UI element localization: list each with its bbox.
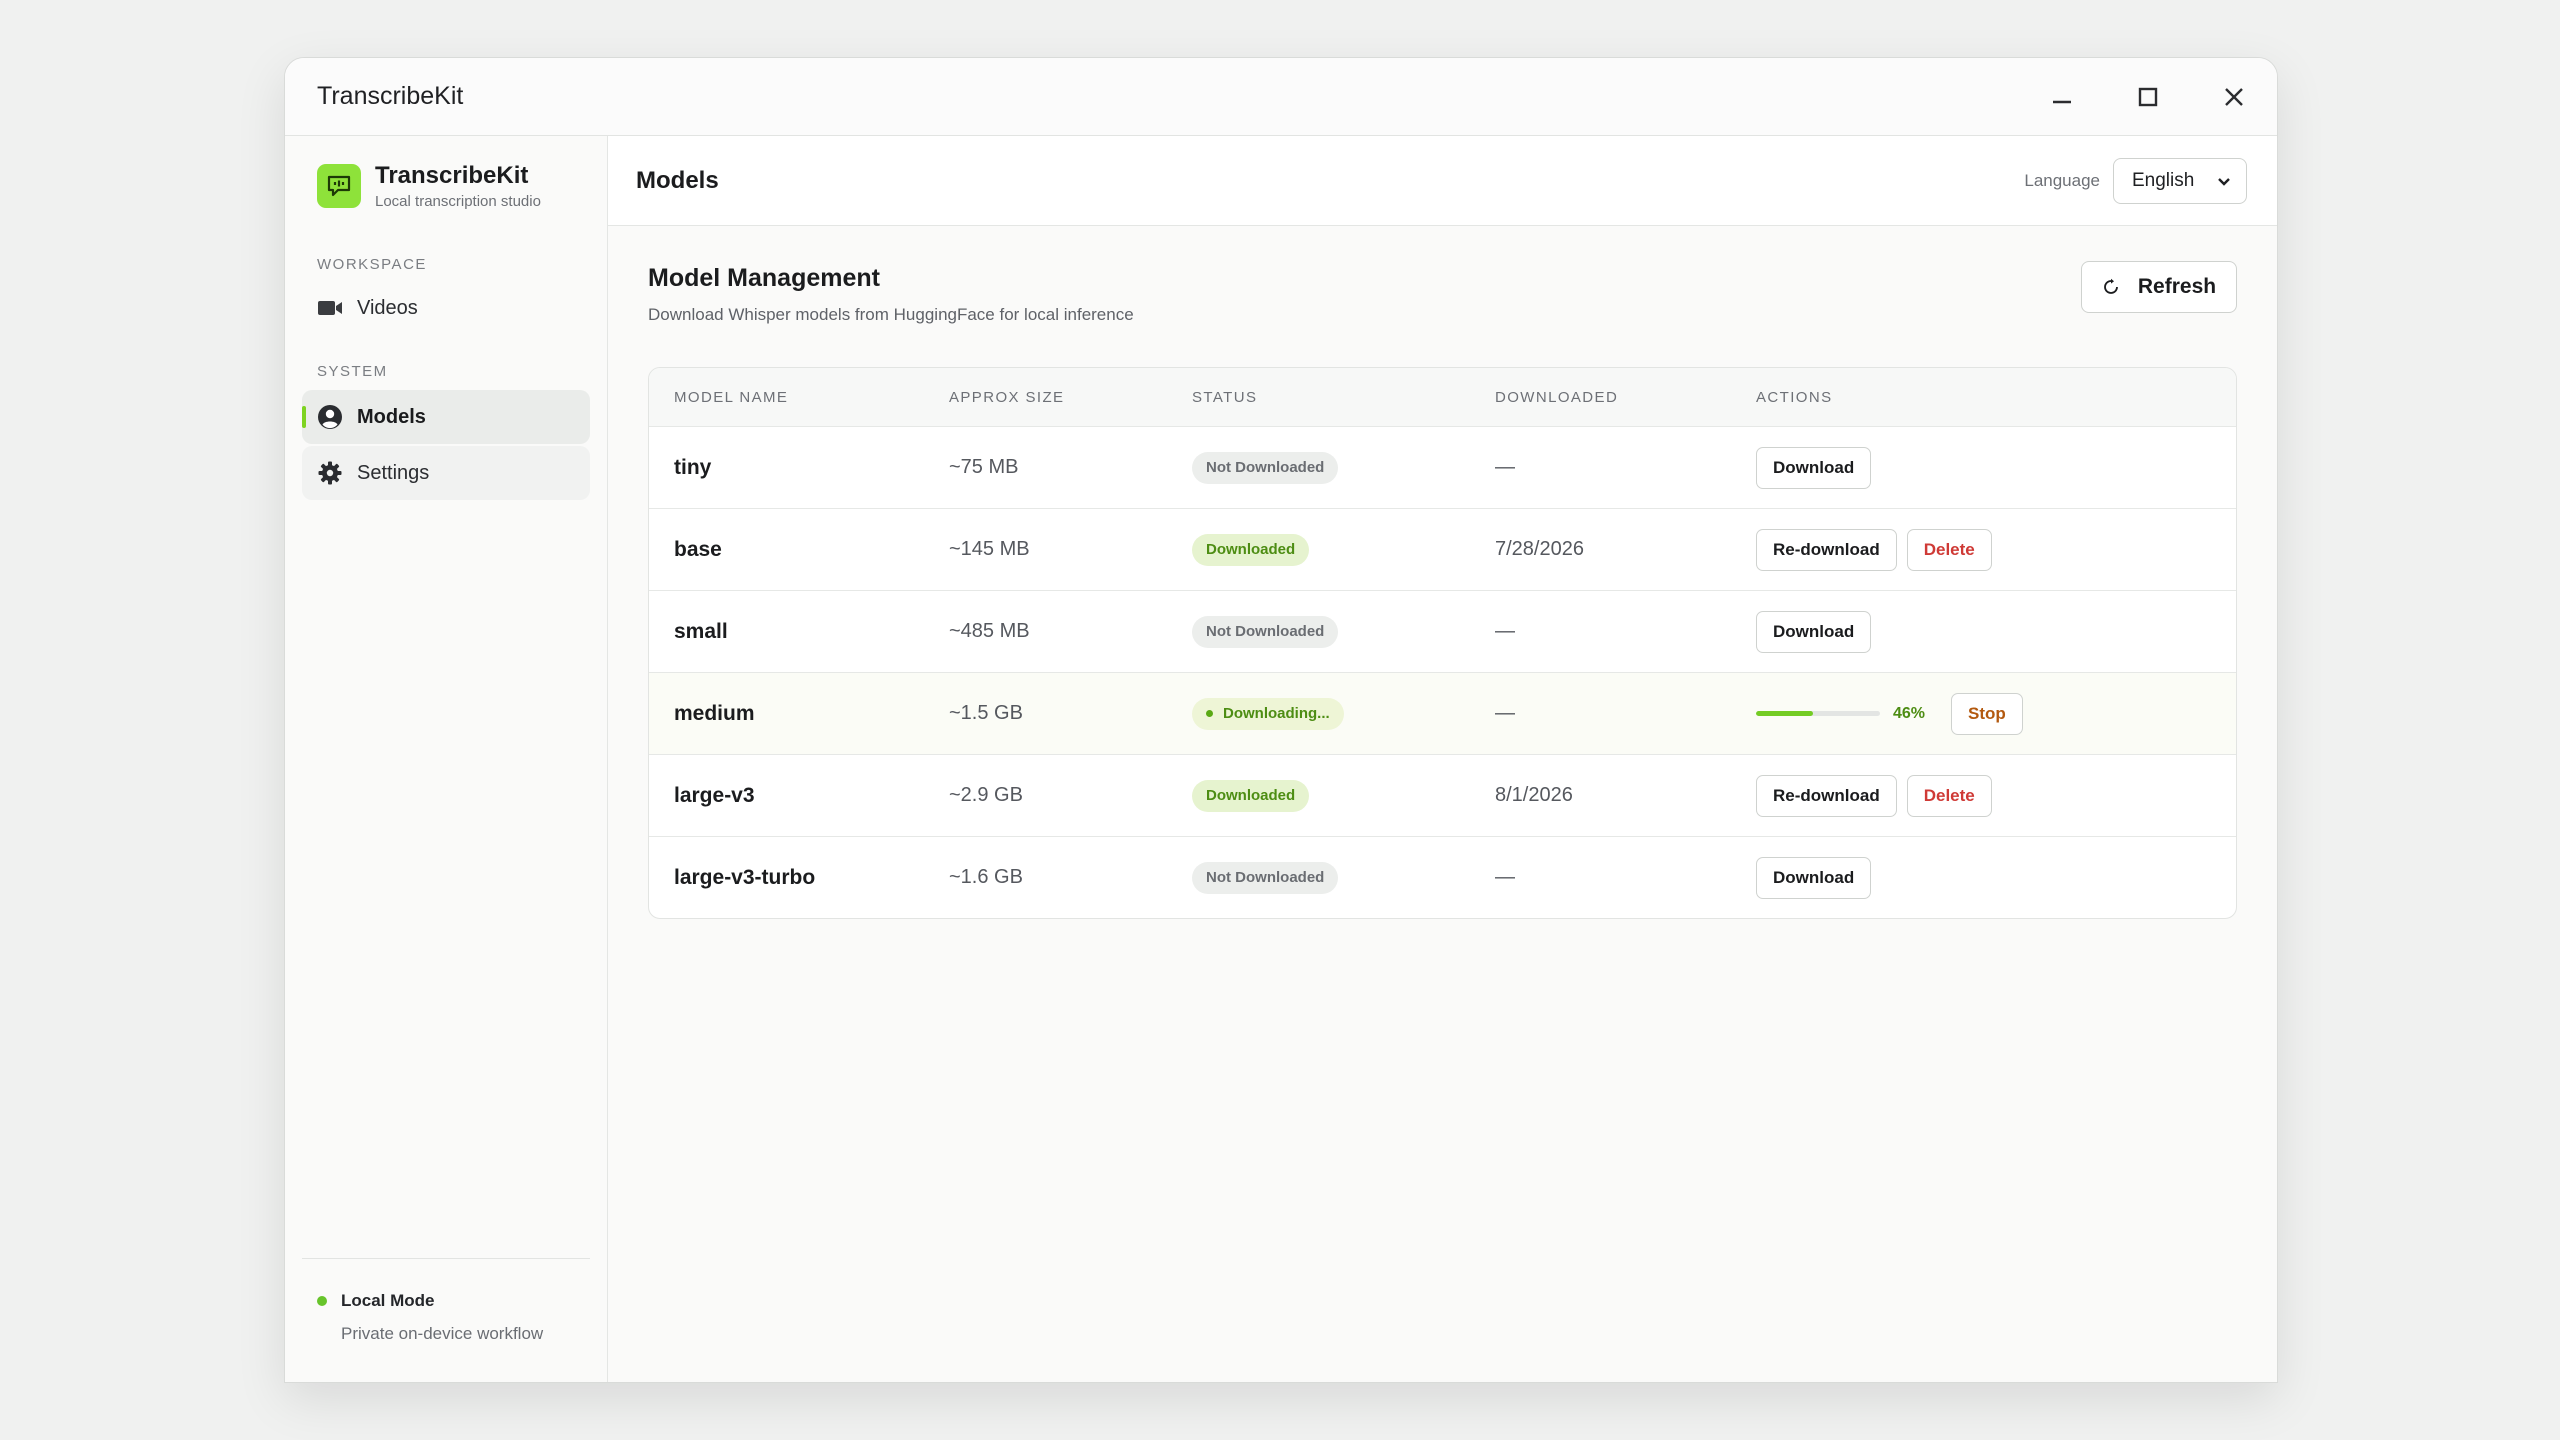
status-badge: Downloaded (1192, 533, 1310, 566)
title-bar: TranscribeKit (285, 58, 2277, 136)
delete-button[interactable]: Delete (1906, 774, 1992, 817)
model-size: ~1.6 GB (949, 866, 1023, 888)
app-logo-icon (317, 164, 361, 208)
download-button[interactable]: Download (1756, 446, 1872, 489)
window-controls (2019, 58, 2277, 135)
column-header: STATUS (1192, 388, 1258, 406)
brand: TranscribeKit Local transcription studio (302, 162, 590, 210)
gear-icon (318, 461, 342, 485)
sidebar-item-label: Settings (357, 461, 430, 484)
table-row: small ~485 MB Not Downloaded — Download (649, 590, 2236, 672)
sidebar-footer: Local Mode Private on-device workflow (302, 1258, 590, 1382)
refresh-button[interactable]: Refresh (2081, 261, 2237, 313)
downloaded-date: — (1495, 866, 1515, 888)
maximize-icon (2138, 87, 2158, 106)
download-button[interactable]: Download (1756, 610, 1872, 653)
model-size: ~75 MB (949, 456, 1019, 478)
minimize-button[interactable] (2019, 58, 2105, 135)
language-value: English (2132, 169, 2195, 191)
video-camera-icon (318, 301, 342, 315)
user-circle-icon (318, 405, 342, 429)
chevron-down-icon (2218, 177, 2230, 186)
sidebar-item-settings[interactable]: Settings (302, 446, 590, 500)
refresh-label: Refresh (2137, 275, 2217, 298)
section-subtitle: Download Whisper models from HuggingFace… (648, 305, 1134, 324)
model-size: ~2.9 GB (949, 784, 1023, 806)
stop-button[interactable]: Stop (1951, 692, 2023, 735)
table-row: base ~145 MB Downloaded 7/28/2026 Re-dow… (649, 508, 2236, 590)
app-window: TranscribeKit TranscribeKit Local transc… (284, 57, 2278, 1383)
model-size: ~145 MB (949, 538, 1030, 560)
brand-subtitle: Local transcription studio (375, 193, 541, 210)
status-dot (317, 1296, 327, 1306)
status-badge: Not Downloaded (1192, 451, 1339, 484)
status-badge: Downloading... (1192, 697, 1344, 730)
minimize-icon (2053, 100, 2071, 103)
mode-description: Private on-device workflow (341, 1324, 544, 1343)
models-table: MODEL NAME APPROX SIZE STATUS DOWNLOADED… (648, 367, 2237, 919)
close-icon (2225, 87, 2243, 106)
table-header: MODEL NAME APPROX SIZE STATUS DOWNLOADED… (649, 368, 2236, 426)
section-label-system: SYSTEM (317, 363, 388, 380)
delete-button[interactable]: Delete (1906, 528, 1992, 571)
table-row: medium ~1.5 GB Downloading... — 46% Stop (649, 672, 2236, 754)
sidebar-item-models[interactable]: Models (302, 390, 590, 444)
model-name: medium (674, 701, 755, 725)
maximize-button[interactable] (2105, 58, 2191, 135)
language-select[interactable]: English (2113, 157, 2247, 204)
downloaded-date: 8/1/2026 (1495, 784, 1573, 806)
page-title: Models (636, 166, 719, 194)
language-label: Language (2024, 170, 2100, 190)
downloaded-date: 7/28/2026 (1495, 538, 1584, 560)
table-row: large-v3-turbo ~1.6 GB Not Downloaded — … (649, 836, 2236, 918)
status-badge: Not Downloaded (1192, 861, 1339, 894)
close-button[interactable] (2191, 58, 2277, 135)
status-dot (1206, 710, 1213, 717)
downloaded-date: — (1495, 702, 1515, 724)
column-header: MODEL NAME (674, 388, 789, 406)
column-header: ACTIONS (1756, 388, 1833, 406)
status-text: Downloading... (1223, 705, 1330, 722)
redownload-button[interactable]: Re-download (1756, 774, 1897, 817)
main-panel: Models Language English Model Management (608, 136, 2277, 1382)
mode-title: Local Mode (341, 1291, 435, 1310)
sidebar-item-label: Models (357, 405, 426, 428)
download-progress-bar (1756, 711, 1880, 716)
download-button[interactable]: Download (1756, 856, 1872, 899)
model-name: base (674, 537, 722, 561)
status-badge: Downloaded (1192, 779, 1310, 812)
downloaded-date: — (1495, 620, 1515, 642)
window-title: TranscribeKit (317, 82, 464, 110)
progress-fill (1756, 711, 1814, 716)
redownload-button[interactable]: Re-download (1756, 528, 1897, 571)
model-name: tiny (674, 455, 712, 479)
progress-percent: 46% (1893, 704, 1926, 722)
sidebar-item-label: Videos (357, 296, 418, 319)
sidebar: TranscribeKit Local transcription studio… (285, 136, 608, 1382)
section-title: Model Management (648, 264, 880, 292)
model-name: large-v3-turbo (674, 865, 816, 889)
table-row: tiny ~75 MB Not Downloaded — Download (649, 426, 2236, 508)
section-label-workspace: WORKSPACE (317, 256, 427, 273)
model-name: large-v3 (674, 783, 755, 807)
top-bar: Models Language English (608, 136, 2277, 226)
model-size: ~1.5 GB (949, 702, 1023, 724)
brand-name: TranscribeKit (375, 162, 529, 189)
downloaded-date: — (1495, 456, 1515, 478)
sidebar-item-videos[interactable]: Videos (302, 281, 590, 335)
column-header: DOWNLOADED (1495, 388, 1619, 406)
status-badge: Not Downloaded (1192, 615, 1339, 648)
table-row: large-v3 ~2.9 GB Downloaded 8/1/2026 Re-… (649, 754, 2236, 836)
refresh-icon (2104, 278, 2118, 294)
model-size: ~485 MB (949, 620, 1030, 642)
column-header: APPROX SIZE (949, 388, 1065, 406)
model-name: small (674, 619, 728, 643)
